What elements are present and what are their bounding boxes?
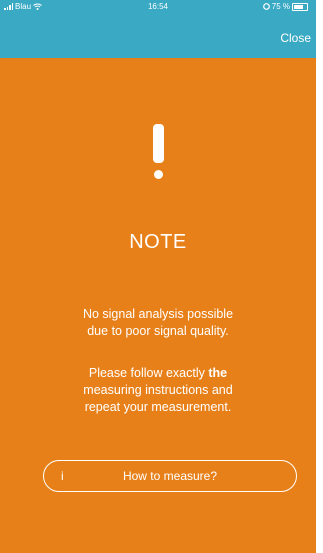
battery-percent: 75 % <box>271 2 290 11</box>
app-screen: Blau 16:54 75 % Close NOTE No signal ana… <box>0 0 316 553</box>
status-bar: Blau 16:54 75 % <box>0 0 316 15</box>
how-to-measure-label: How to measure? <box>122 469 218 483</box>
message-signal-quality: No signal analysis possible due to poor … <box>0 306 316 340</box>
close-button[interactable]: Close <box>280 31 311 45</box>
nav-bar: Close <box>0 15 316 58</box>
how-to-measure-button[interactable]: i How to measure? <box>43 460 297 492</box>
message-line: Please follow exactly the <box>88 366 228 380</box>
status-right: 75 % <box>262 2 308 11</box>
orientation-lock-icon <box>262 3 270 10</box>
message-line: measuring instructions and <box>83 383 233 397</box>
message-line: due to poor signal quality. <box>87 324 229 338</box>
message-instructions: Please follow exactly the measuring inst… <box>0 365 316 416</box>
battery-icon <box>292 2 308 11</box>
note-title: NOTE <box>129 231 187 253</box>
message-line: repeat your measurement. <box>84 400 232 414</box>
exclamation-icon <box>0 124 316 179</box>
message-line: No signal analysis possible <box>82 307 234 321</box>
